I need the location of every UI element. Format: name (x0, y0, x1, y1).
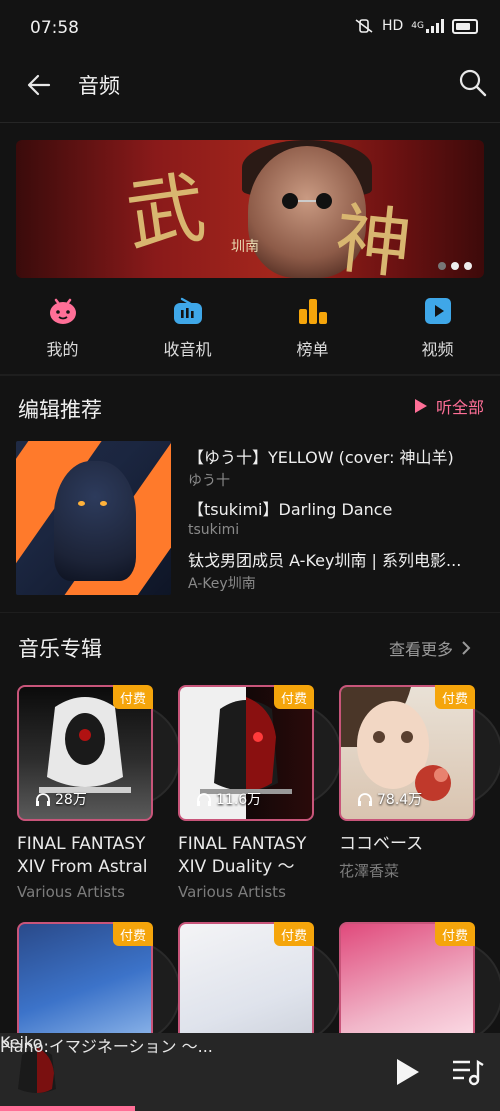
play-triangle-icon (415, 399, 427, 413)
banner-caption: 圳南 (231, 239, 259, 255)
album-artist: Various Artists (17, 883, 125, 901)
editor-pick-title: 【tsukimi】Darling Dance (188, 500, 393, 519)
nav-label-my: 我的 (46, 340, 79, 359)
nav-item-charts[interactable]: 榜单 (250, 292, 375, 362)
album-name: ココベース (339, 834, 424, 854)
pager-dot-active (464, 262, 472, 270)
headphones-icon (197, 793, 211, 806)
my-icon (49, 298, 76, 324)
play-count: 11.6万 (196, 789, 261, 809)
banner-pager-dots (438, 262, 472, 270)
nav-label-radio: 收音机 (163, 340, 212, 359)
radio-icon (173, 297, 202, 324)
nav-item-radio[interactable]: 收音机 (125, 292, 250, 362)
nav-item-my[interactable]: 我的 (0, 292, 125, 362)
network-label: HD (381, 18, 404, 34)
paid-badge: 付费 (113, 922, 153, 946)
pager-dot-active (451, 262, 459, 270)
signal-icon (426, 19, 444, 33)
play-count-value: 11.6万 (216, 792, 262, 808)
paid-badge: 付费 (274, 685, 314, 709)
editor-picks-title: 编辑推荐 (18, 398, 102, 422)
banner-glyph-left: 武 (121, 162, 211, 263)
editor-pick-title: 【ゆう十】YELLOW (cover: 神山羊) (188, 448, 454, 467)
playlist-icon[interactable] (452, 1058, 484, 1086)
album-card[interactable]: 付费 78.4万 ココベース 花澤香菜 (339, 685, 500, 881)
nav-label-video: 视频 (421, 340, 454, 359)
play-count: 78.4万 (357, 789, 422, 809)
status-icons: HD 4G (354, 18, 478, 34)
nav-label-charts: 榜单 (296, 340, 329, 359)
banner-art-glasses (282, 193, 332, 209)
play-icon[interactable] (393, 1057, 421, 1087)
paid-badge: 付费 (435, 922, 475, 946)
albums-title: 音乐专辑 (18, 637, 102, 661)
headphones-icon (358, 793, 372, 806)
album-card[interactable]: 付费 28万 FINAL FANTASY XIV From Astral ...… (17, 685, 181, 901)
section-divider (0, 612, 500, 613)
play-count-value: 28万 (55, 792, 87, 808)
signal-label: 4G (411, 21, 424, 31)
status-bar: 07:58 HD 4G (0, 0, 500, 62)
section-divider (0, 374, 500, 376)
nav-item-video[interactable]: 视频 (375, 292, 500, 362)
play-count-value: 78.4万 (377, 792, 423, 808)
back-arrow-icon[interactable] (24, 70, 54, 100)
album-card[interactable]: 付费 11.6万 FINAL FANTASY XIV Duality ～ Ar.… (178, 685, 342, 901)
promo-banner[interactable]: 武 神 圳南 (16, 140, 484, 278)
banner-glyph-right: 神 (330, 193, 416, 278)
editor-pick-item[interactable]: 【tsukimi】Darling Dance tsukimi (188, 496, 488, 538)
play-all-button[interactable]: 听全部 (414, 394, 484, 418)
paid-badge: 付费 (274, 922, 314, 946)
editor-pick-artist: A-Key圳南 (188, 576, 256, 592)
search-icon[interactable] (458, 68, 488, 98)
mute-vibrate-icon (355, 19, 373, 33)
paid-badge: 付费 (113, 685, 153, 709)
page-title: 音频 (78, 74, 120, 98)
playback-progress (0, 1106, 135, 1111)
headphones-icon (36, 793, 50, 806)
album-artist: Various Artists (178, 883, 286, 901)
pager-dot (438, 262, 446, 270)
album-artist: 花澤香菜 (339, 862, 400, 880)
chart-icon (298, 299, 327, 324)
now-playing-artist: Keiko (0, 1033, 43, 1052)
status-time: 07:58 (30, 18, 79, 38)
video-icon (424, 298, 451, 324)
album-name: FINAL FANTASY XIV Duality ～ Ar... (178, 834, 307, 877)
editor-pick-title: 钛戈男团成员 A-Key圳南 | 系列电影... (188, 551, 462, 570)
chevron-right-icon (462, 641, 471, 655)
quick-nav: 我的 收音机 榜单 视频 (0, 292, 500, 362)
editor-pick-item[interactable]: 【ゆう十】YELLOW (cover: 神山羊) ゆう十 (188, 444, 488, 490)
play-all-label: 听全部 (436, 398, 485, 417)
cover-figure (54, 461, 136, 581)
battery-icon (452, 18, 478, 34)
see-more-button[interactable]: 查看更多 (389, 636, 471, 660)
see-more-label: 查看更多 (389, 640, 454, 659)
album-name: FINAL FANTASY XIV From Astral ... (17, 834, 148, 877)
header-divider (0, 122, 500, 123)
paid-badge: 付费 (435, 685, 475, 709)
editor-pick-artist: tsukimi (188, 522, 240, 538)
play-count: 28万 (35, 789, 87, 809)
editor-pick-cover[interactable] (16, 441, 171, 595)
editor-pick-item[interactable]: 钛戈男团成员 A-Key圳南 | 系列电影... A-Key圳南 (188, 547, 488, 593)
editor-pick-artist: ゆう十 (188, 473, 230, 489)
